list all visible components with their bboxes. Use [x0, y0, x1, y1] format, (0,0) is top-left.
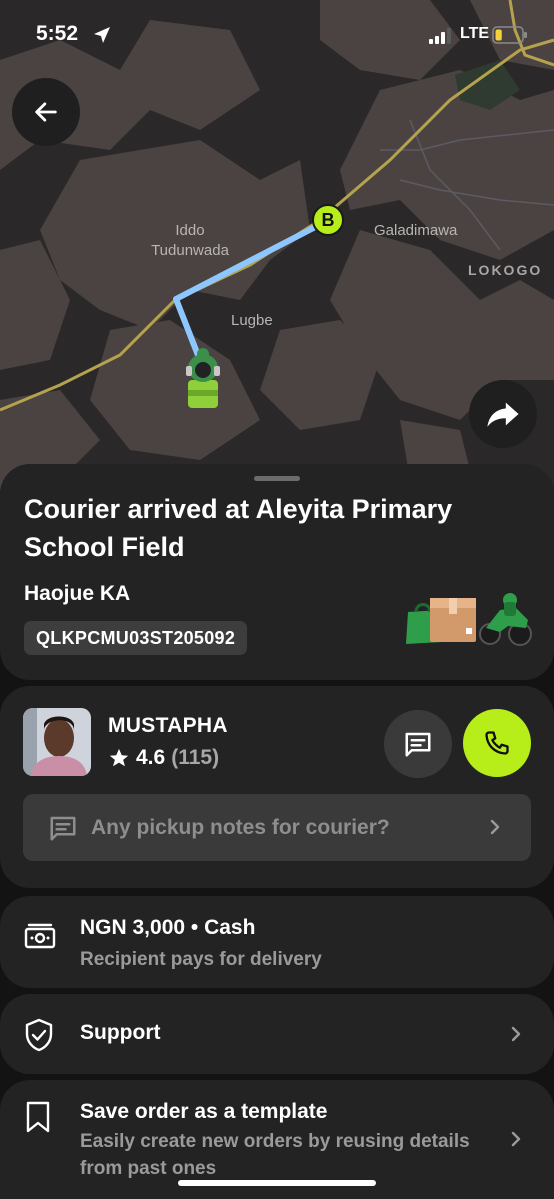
- share-button[interactable]: [469, 380, 537, 448]
- note-icon: [50, 816, 76, 840]
- pickup-notes-placeholder: Any pickup notes for courier?: [91, 815, 390, 839]
- order-status-title: Courier arrived at Aleyita Primary Schoo…: [24, 494, 453, 562]
- payment-amount: NGN 3,000 • Cash: [80, 916, 256, 939]
- bookmark-icon: [26, 1101, 50, 1133]
- star-icon: [109, 748, 129, 767]
- order-status-card: Courier arrived at Aleyita Primary Schoo…: [0, 464, 554, 680]
- save-template-title: Save order as a template: [80, 1100, 328, 1123]
- signal-icon: [429, 28, 451, 44]
- rating-count: (115): [171, 746, 220, 769]
- chat-icon: [405, 732, 431, 757]
- courier-rating: 4.6 (115): [108, 746, 219, 770]
- share-arrow-icon: [487, 402, 519, 427]
- destination-marker[interactable]: B: [312, 204, 344, 236]
- map-label-lugbe: Lugbe: [231, 312, 273, 329]
- network-type: LTE: [460, 25, 490, 42]
- vehicle-name: Haojue KA: [24, 582, 131, 605]
- courier-avatar[interactable]: [23, 708, 91, 776]
- courier-photo: [23, 708, 91, 776]
- courier-card: MUSTAPHA 4.6 (115) Any pickup notes for …: [0, 686, 554, 888]
- cash-icon: [24, 923, 56, 949]
- chevron-right-icon: [511, 1026, 521, 1042]
- call-button[interactable]: [463, 709, 531, 777]
- chat-button[interactable]: [384, 710, 452, 778]
- chevron-right-icon: [511, 1131, 521, 1147]
- map-view[interactable]: Iddo Tudunwada Galadimawa LOKOGO Lugbe B…: [0, 0, 554, 500]
- delivery-illustration: [406, 593, 532, 646]
- license-plate: QLKPCMU03ST205092: [24, 621, 248, 655]
- pickup-notes-field[interactable]: Any pickup notes for courier?: [23, 794, 531, 861]
- location-arrow-icon: [94, 27, 110, 43]
- map-label-iddo: Iddo Tudunwada: [151, 222, 229, 259]
- status-bar: 5:52 LTE: [0, 0, 554, 70]
- back-button[interactable]: [12, 78, 80, 146]
- payment-row: NGN 3,000 • Cash Recipient pays for deli…: [0, 896, 554, 988]
- sheet-drag-handle[interactable]: [254, 476, 300, 481]
- battery-icon: [492, 26, 527, 44]
- home-indicator: [178, 1180, 376, 1186]
- courier-name: MUSTAPHA: [108, 714, 228, 737]
- phone-icon: [485, 731, 509, 755]
- shield-check-icon: [25, 1018, 53, 1052]
- courier-scooter-marker[interactable]: [184, 346, 224, 412]
- chevron-right-icon: [490, 819, 500, 835]
- payment-subtitle: Recipient pays for delivery: [80, 949, 322, 970]
- support-row[interactable]: Support: [0, 994, 554, 1074]
- save-template-subtitle: Easily create new orders by reusing deta…: [80, 1131, 470, 1179]
- arrow-left-icon: [35, 102, 57, 122]
- map-label-lokogo: LOKOGO: [468, 262, 543, 278]
- map-label-galadimawa: Galadimawa: [374, 222, 458, 239]
- rating-value: 4.6: [136, 746, 166, 769]
- status-time: 5:52: [36, 22, 79, 45]
- support-label: Support: [80, 1021, 161, 1044]
